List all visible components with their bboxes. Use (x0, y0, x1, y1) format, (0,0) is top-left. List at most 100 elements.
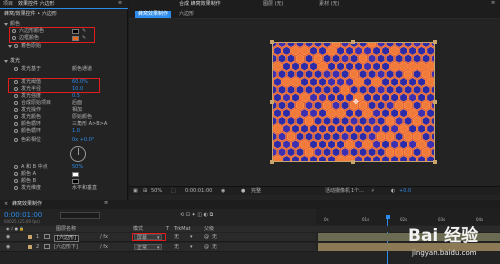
transform-handle[interactable] (351, 160, 355, 164)
tab-timeline-comp[interactable]: 蜂窝效果制作 (12, 202, 42, 207)
panel-menu-icon[interactable]: ≡ (104, 201, 108, 206)
exposure-icon[interactable]: ◐ (391, 189, 395, 194)
prop-value[interactable]: 50% (72, 165, 83, 170)
parent-value[interactable]: 无 (212, 245, 217, 250)
eyedropper-icon[interactable]: ✎ (82, 36, 87, 41)
prop-value[interactable]: 水平和垂直 (72, 186, 97, 191)
prop-value[interactable]: 颜色通道 (72, 67, 92, 72)
prop-value[interactable]: 0x +0.0° (72, 138, 94, 143)
col-t[interactable]: T (166, 227, 169, 232)
stopwatch-icon[interactable] (12, 36, 16, 40)
col-parent[interactable]: 父级 (204, 227, 214, 232)
stopwatch-icon[interactable] (14, 87, 18, 91)
quality-select[interactable]: 完整 (251, 189, 261, 194)
section-glow[interactable]: 发光 (0, 58, 128, 65)
parent-pickwhip-icon[interactable]: @ (204, 245, 209, 250)
prop-value[interactable]: 10.0 (72, 87, 83, 92)
color-swatch-white[interactable] (72, 172, 79, 177)
mode-dropdown[interactable]: 正常 ▾ (134, 244, 162, 250)
label-color-icon[interactable] (28, 235, 32, 239)
stopwatch-icon[interactable] (14, 115, 18, 119)
tab-project[interactable]: 项目 (3, 2, 13, 7)
transform-handle[interactable] (270, 160, 274, 164)
viewer-timecode[interactable]: 0:00:01:00 (185, 189, 212, 194)
subtab-active[interactable]: 蜂窝效果制作 (135, 11, 172, 18)
fast-preview-icon[interactable]: ⚡ (371, 189, 375, 194)
col-layer-name[interactable]: 图层名称 (56, 227, 76, 232)
time-ruler[interactable] (316, 209, 500, 225)
col-mode[interactable]: 模式 (133, 227, 143, 232)
prop-value[interactable]: 后面 (72, 101, 82, 106)
panel-menu-icon[interactable]: ≡ (118, 1, 122, 6)
trkmat-value[interactable]: 无 (174, 235, 179, 240)
prop-value[interactable]: 三角形 A>B>A (72, 122, 107, 127)
tab-footage[interactable]: 素材 (无) (319, 2, 340, 7)
layer-name[interactable]: [六边形] (54, 235, 79, 242)
timeline-tool-icons[interactable]: ⟲ ⊡ ✦ ◫ ◐ ⧉ (180, 213, 213, 218)
stopwatch-icon[interactable] (14, 80, 18, 84)
prop-value[interactable]: 60.0% (72, 80, 88, 85)
stopwatch-icon[interactable] (14, 67, 18, 71)
transform-handle[interactable] (433, 160, 437, 164)
fx-switch-icon[interactable]: / fx (100, 235, 108, 240)
anchor-point-icon[interactable]: ✥ (353, 99, 359, 106)
fx-switch-icon[interactable]: / fx (100, 245, 108, 250)
expand-triangle-icon[interactable] (4, 60, 8, 63)
stopwatch-icon[interactable] (14, 165, 18, 169)
stopwatch-icon[interactable] (14, 186, 18, 190)
views-select[interactable]: 1个... (351, 189, 364, 194)
subtab-hexagon[interactable]: 六边形 (179, 12, 194, 17)
stopwatch-icon[interactable] (14, 138, 18, 142)
phase-dial[interactable] (70, 146, 86, 162)
camera-select[interactable]: 活动摄像机 (325, 189, 350, 194)
stopwatch-icon[interactable] (14, 122, 18, 126)
camera-icon[interactable]: ◉ (221, 189, 225, 194)
color-swatch-black[interactable] (72, 29, 79, 34)
tab-layer[interactable]: 图层 (无) (263, 2, 284, 7)
transform-handle[interactable] (433, 100, 437, 104)
transform-handle[interactable] (433, 40, 437, 44)
chevron-down-icon[interactable]: ▾ (190, 245, 193, 250)
close-icon[interactable]: × (4, 202, 8, 207)
stopwatch-icon[interactable] (14, 179, 18, 183)
tab-composition[interactable]: 合成 蜂窝效果制作 (179, 2, 221, 7)
color-swatch-orange[interactable] (72, 36, 79, 41)
transform-handle[interactable] (270, 100, 274, 104)
stopwatch-icon[interactable] (14, 44, 18, 48)
transform-handle[interactable] (351, 40, 355, 44)
prop-value[interactable]: 1.0 (72, 129, 80, 134)
grid-icon[interactable]: ⊞ (143, 189, 147, 194)
timeline-search-input[interactable] (60, 212, 100, 219)
chevron-down-icon[interactable]: ▾ (190, 235, 193, 240)
parent-value[interactable]: 无 (212, 235, 217, 240)
safe-zone-icon[interactable]: ▣ (133, 189, 138, 194)
expand-triangle-icon[interactable] (4, 23, 8, 26)
color-channel-icon[interactable]: ● (241, 189, 245, 194)
exposure-value[interactable]: +0.0 (399, 189, 411, 194)
visibility-eye-icon[interactable]: ◉ (6, 245, 10, 250)
region-icon[interactable]: ⬚ (171, 189, 176, 194)
layer-row-2[interactable]: ◉ 2 [六边形下] / fx 正常 ▾ 无 ▾ @ 无 (0, 243, 316, 252)
stopwatch-icon[interactable] (14, 101, 18, 105)
stopwatch-icon[interactable] (14, 108, 18, 112)
trkmat-value[interactable]: 无 (174, 245, 179, 250)
expand-triangle-icon[interactable] (8, 45, 12, 48)
stopwatch-icon[interactable] (12, 29, 16, 33)
timeline-timecode[interactable]: 0:00:01:00 (4, 212, 42, 219)
stopwatch-icon[interactable] (14, 129, 18, 133)
col-trkmat[interactable]: TrkMat (174, 227, 191, 232)
stopwatch-icon[interactable] (14, 94, 18, 98)
prop-value[interactable]: 相加 (72, 108, 82, 113)
prop-value[interactable]: 0.5 (72, 94, 80, 99)
parent-pickwhip-icon[interactable]: @ (204, 235, 209, 240)
layer-name[interactable]: [六边形下] (54, 245, 78, 250)
stopwatch-icon[interactable] (14, 172, 18, 176)
eyedropper-icon[interactable]: ✎ (82, 29, 87, 34)
transform-handle[interactable] (270, 40, 274, 44)
visibility-eye-icon[interactable]: ◉ (6, 235, 10, 240)
tab-effect-controls[interactable]: 效果控件 六边形 (18, 2, 55, 7)
color-swatch-black-b[interactable] (72, 179, 79, 184)
zoom-select[interactable]: 50% (151, 189, 162, 194)
label-color-icon[interactable] (28, 245, 32, 249)
panel-menu-icon[interactable]: ≡ (491, 1, 495, 6)
